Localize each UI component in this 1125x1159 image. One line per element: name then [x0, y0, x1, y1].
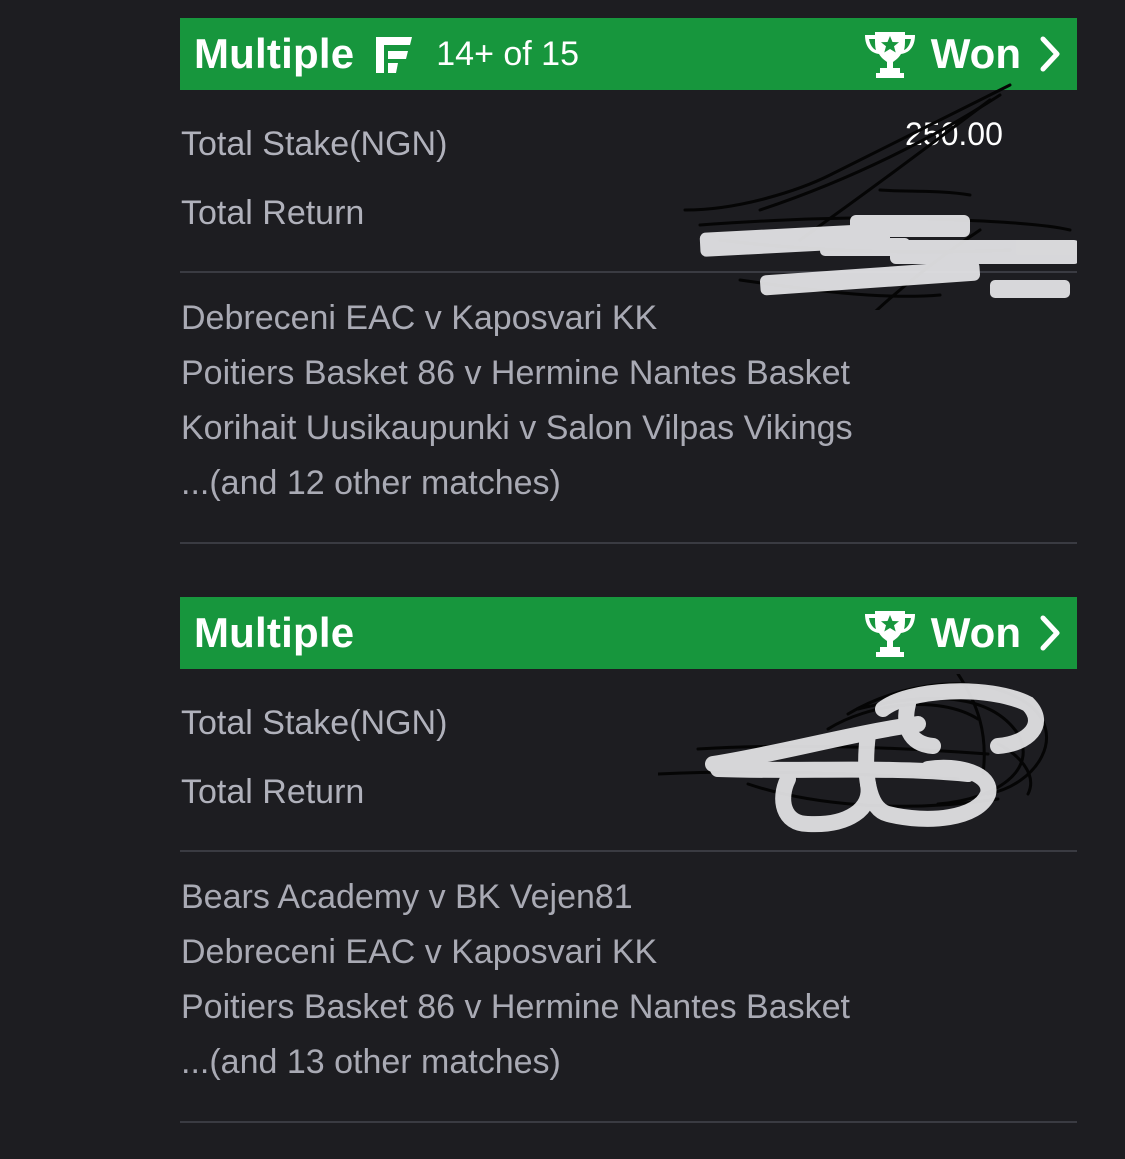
bet-type-label: Multiple — [194, 609, 355, 656]
more-matches-text: ...(and 12 other matches) — [181, 464, 561, 502]
bet-type-label: Multiple — [194, 30, 355, 77]
total-stake-label: Total Stake(NGN) — [181, 704, 448, 742]
match-list: Debreceni EAC v Kaposvari KK Poitiers Ba… — [180, 273, 1077, 544]
total-return-label: Total Return — [181, 194, 365, 232]
cut-summary: 14+ of 15 — [436, 34, 579, 73]
status-won-label: Won — [930, 609, 1021, 656]
chevron-right-icon — [1037, 613, 1063, 653]
ticket-summary: Total Stake(NGN) Total Return — [180, 669, 1077, 852]
list-item: Poitiers Basket 86 v Hermine Nantes Bask… — [181, 988, 850, 1026]
match-list: Bears Academy v BK Vejen81 Debreceni EAC… — [180, 852, 1077, 1123]
ticket-header[interactable]: Multiple Won — [180, 597, 1077, 669]
trophy-icon — [863, 29, 917, 79]
more-matches-text: ...(and 13 other matches) — [181, 1043, 561, 1081]
bet-ticket-1: Multiple 14+ of 15 Won Total Stake(NGN) — [180, 18, 1077, 544]
trophy-icon — [863, 608, 917, 658]
total-return-label: Total Return — [181, 773, 365, 811]
ticket-summary: Total Stake(NGN) Total Return 250.00 — [180, 83, 1077, 310]
total-stake-label: Total Stake(NGN) — [181, 125, 448, 163]
bet-ticket-2: Multiple Won Total Stake(NGN) Total Retu… — [180, 597, 1077, 1123]
redacted-amount-scribble — [658, 674, 1048, 833]
list-item: Bears Academy v BK Vejen81 — [181, 878, 633, 916]
list-item: Korihait Uusikaupunki v Salon Vilpas Vik… — [181, 409, 853, 447]
status-won-label: Won — [930, 30, 1021, 77]
list-item: Debreceni EAC v Kaposvari KK — [181, 933, 658, 971]
list-item: Debreceni EAC v Kaposvari KK — [181, 299, 658, 337]
flex-cut-icon — [372, 33, 414, 75]
chevron-right-icon — [1037, 34, 1063, 74]
list-item: Poitiers Basket 86 v Hermine Nantes Bask… — [181, 354, 850, 392]
